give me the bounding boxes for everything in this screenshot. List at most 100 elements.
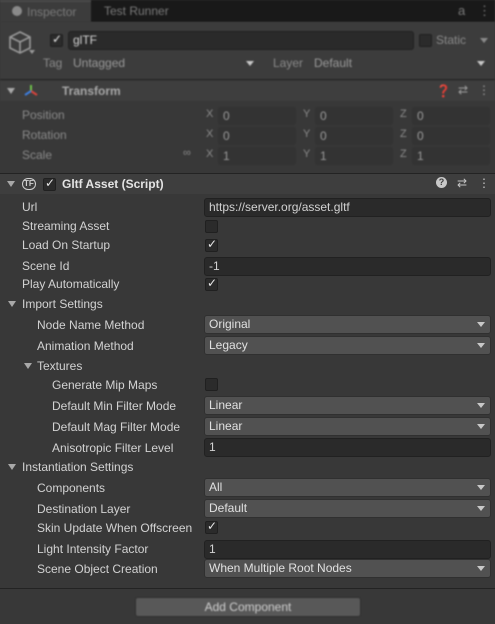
load-on-startup-checkbox[interactable]: ✓ [205,237,218,252]
tab-bar: Inspector Test Runner a ⋮ [0,0,495,22]
generate-mip-maps-label: Generate Mip Maps [52,378,158,392]
foldout-arrow-icon[interactable] [7,181,15,187]
position-z-value: 0 [417,109,424,123]
rotation-x-label: X [206,128,214,140]
url-label: Url [22,200,38,214]
destination-layer-value: Default [209,501,248,515]
play-automatically-checkbox[interactable]: ✓ [205,276,218,291]
info-icon [12,6,22,16]
components-dropdown[interactable]: All [204,478,491,497]
mag-filter-mode-value: Linear [209,419,243,433]
scale-x-label: X [206,148,214,160]
scale-label: Scale [22,148,53,162]
foldout-arrow-icon[interactable] [7,88,15,94]
chevron-down-icon [477,424,485,429]
position-y-field[interactable]: 0 [315,107,393,125]
import-settings-label[interactable]: Import Settings [22,297,103,311]
url-field[interactable]: https://server.org/asset.gltf [204,198,491,217]
rotation-x-field[interactable]: 0 [218,127,296,145]
transform-axes-icon [24,85,38,96]
static-checkbox[interactable] [419,34,432,47]
chevron-down-icon [477,343,485,348]
min-filter-mode-value: Linear [209,398,243,412]
rotation-z-field[interactable]: 0 [412,127,490,145]
kebab-menu-icon[interactable]: ⋮ [478,83,490,97]
play-automatically-label: Play Automatically [22,277,120,291]
textures-label[interactable]: Textures [37,359,82,373]
tag-dropdown[interactable]: Untagged [68,54,260,73]
rotation-x-value: 0 [223,129,230,143]
instantiation-settings-label[interactable]: Instantiation Settings [22,460,133,474]
textures-foldout-icon[interactable] [24,363,32,369]
anisotropic-filter-level-label: Anisotropic Filter Level [52,441,174,455]
node-name-method-value: Original [209,317,251,331]
script-enabled-checkbox[interactable]: ✓ [43,176,56,191]
scene-object-creation-label: Scene Object Creation [37,562,158,576]
position-x-label: X [206,108,214,120]
layer-label: Layer [273,56,304,70]
scene-id-label: Scene Id [22,259,70,273]
destination-layer-dropdown[interactable]: Default [204,499,491,518]
streaming-asset-checkbox[interactable] [205,220,218,233]
animation-method-dropdown[interactable]: Legacy [204,336,491,355]
add-component-button[interactable]: Add Component [135,597,361,617]
transform-body: Position X 0 Y 0 Z 0 Rotation X 0 Y 0 Z … [0,102,495,172]
rotation-z-label: Z [400,128,407,140]
position-x-value: 0 [223,109,230,123]
light-intensity-value: 1 [209,542,216,556]
help-icon[interactable]: ? [436,177,447,188]
position-x-field[interactable]: 0 [218,107,296,125]
static-label: Static [436,33,467,47]
gltf-asset-header[interactable]: TF ✓ Gltf Asset (Script) ? ⇄ ⋮ [0,174,495,194]
animation-method-label: Animation Method [37,339,134,353]
scene-object-creation-dropdown[interactable]: When Multiple Root Nodes [204,559,491,578]
url-value: https://server.org/asset.gltf [209,200,350,214]
scene-object-creation-value: When Multiple Root Nodes [209,561,352,575]
light-intensity-label: Light Intensity Factor [37,542,149,556]
scale-y-field[interactable]: 1 [315,147,393,165]
preset-sliders-icon[interactable]: ⇄ [458,83,468,97]
gltf-asset-title: Gltf Asset (Script) [62,177,164,191]
rotation-y-field[interactable]: 0 [315,127,393,145]
light-intensity-field[interactable]: 1 [204,540,491,559]
scene-id-field[interactable]: -1 [204,257,491,276]
skin-update-checkbox[interactable]: ✓ [205,519,218,534]
instantiation-settings-foldout-icon[interactable] [8,464,16,470]
import-settings-foldout-icon[interactable] [8,301,16,307]
gltf-script-icon: TF [22,178,36,190]
active-checkbox[interactable]: ✓ [50,32,63,47]
position-label: Position [22,108,65,122]
generate-mip-maps-checkbox[interactable] [205,378,218,391]
static-dropdown-arrow[interactable] [480,38,488,43]
icon-dropdown-arrow[interactable] [29,50,35,54]
scale-x-field[interactable]: 1 [218,147,296,165]
tab-inspector[interactable]: Inspector [0,0,91,22]
position-z-field[interactable]: 0 [412,107,490,125]
object-name-field[interactable]: glTF [68,31,414,50]
chevron-down-icon [246,61,254,66]
help-icon[interactable]: ❓ [436,84,451,98]
lock-icon[interactable]: a [458,3,465,18]
tab-test-runner[interactable]: Test Runner [92,0,192,22]
scale-x-value: 1 [223,149,230,163]
chevron-down-icon [477,566,485,571]
kebab-menu-icon[interactable]: ⋮ [478,3,491,19]
scale-z-value: 1 [417,149,424,163]
anisotropic-filter-level-field[interactable]: 1 [204,438,491,457]
preset-sliders-icon[interactable]: ⇄ [457,176,467,190]
scale-z-field[interactable]: 1 [412,147,490,165]
node-name-method-dropdown[interactable]: Original [204,315,491,334]
kebab-menu-icon[interactable]: ⋮ [478,176,490,190]
scene-id-value: -1 [209,259,220,273]
components-label: Components [37,481,106,495]
link-icon[interactable]: ∞ [183,147,191,159]
mag-filter-mode-dropdown[interactable]: Linear [204,417,491,436]
transform-header[interactable]: Transform ❓ ⇄ ⋮ [0,81,495,101]
rotation-y-value: 0 [320,129,327,143]
streaming-asset-label: Streaming Asset [22,219,110,233]
rotation-label: Rotation [22,128,67,142]
min-filter-mode-dropdown[interactable]: Linear [204,396,491,415]
chevron-down-icon [477,61,485,66]
transform-title: Transform [62,84,121,98]
layer-dropdown[interactable]: Default [309,54,491,73]
